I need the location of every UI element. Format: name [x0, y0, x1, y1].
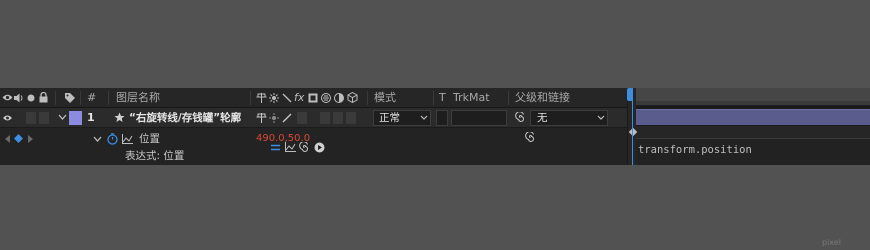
number-column-header: #: [87, 91, 97, 104]
mode-dropdown[interactable]: 正常: [373, 110, 431, 126]
layer-shy-switch-icon[interactable]: [256, 113, 267, 123]
mode-column-header[interactable]: 模式: [374, 88, 396, 108]
expression-row: 表达式: 位置: [0, 142, 627, 165]
preserve-transparency-switch[interactable]: [436, 110, 448, 126]
eye-icon[interactable]: [2, 93, 13, 102]
t-column-header: T: [439, 91, 446, 104]
twirl-open-icon[interactable]: [58, 114, 67, 121]
quality-icon[interactable]: [282, 93, 292, 103]
expression-editor[interactable]: transform.position: [636, 138, 870, 165]
3d-switch[interactable]: [346, 112, 356, 124]
layer-quality-switch-icon[interactable]: [282, 113, 292, 123]
layer-name-column-header[interactable]: 图层名称: [116, 88, 160, 108]
current-time-indicator[interactable]: [632, 88, 633, 165]
expression-enable-icon[interactable]: [270, 142, 281, 153]
keyframe-marker[interactable]: [628, 127, 638, 137]
expression-label: 表达式: 位置: [125, 150, 185, 162]
solo-switch[interactable]: [26, 112, 36, 124]
label-color-swatch[interactable]: [69, 111, 82, 125]
fx-switch[interactable]: [297, 112, 307, 124]
shape-layer-star-icon: [114, 112, 125, 123]
frame-blend-icon[interactable]: [308, 93, 318, 103]
3d-layer-icon[interactable]: [347, 92, 358, 103]
timeline-graph-area[interactable]: transform.position: [627, 88, 870, 165]
next-keyframe-icon[interactable]: [28, 135, 34, 143]
adjustment-switch[interactable]: [333, 112, 343, 124]
mode-value: 正常: [379, 112, 400, 124]
pick-whip-icon[interactable]: [515, 112, 526, 123]
lock-switch[interactable]: [39, 112, 49, 124]
graph-icon[interactable]: [122, 134, 133, 144]
watermark: pixel: [822, 238, 841, 247]
property-twirl-icon[interactable]: [93, 136, 102, 143]
expression-graph-icon[interactable]: [285, 142, 296, 152]
trkmat-column-header[interactable]: TrkMat: [453, 88, 490, 108]
column-header-row: # 图层名称 fx 模式 T TrkMat 父级和链接: [0, 88, 627, 108]
chevron-down-icon: [420, 115, 428, 121]
parent-value: 无: [537, 112, 548, 124]
trkmat-dropdown[interactable]: [451, 110, 507, 126]
shy-icon[interactable]: [256, 93, 267, 103]
stopwatch-icon[interactable]: [107, 133, 118, 145]
parent-column-header[interactable]: 父级和链接: [515, 88, 570, 108]
layer-collapse-switch-icon[interactable]: [269, 113, 279, 123]
add-keyframe-icon[interactable]: [14, 134, 23, 143]
layer-duration-bar[interactable]: [636, 109, 870, 125]
solo-icon[interactable]: [27, 94, 35, 102]
layer-name[interactable]: “右旋转线/存钱罐”轮廓: [129, 108, 241, 128]
label-tag-icon[interactable]: [64, 92, 76, 104]
expression-text[interactable]: transform.position: [638, 144, 752, 156]
property-pick-whip-icon[interactable]: [525, 132, 536, 143]
motion-blur-icon[interactable]: [321, 93, 331, 103]
parent-dropdown[interactable]: 无: [530, 110, 608, 126]
timeline-panel: # 图层名称 fx 模式 T TrkMat 父级和链接 1 “右旋转线/存钱罐”…: [0, 88, 870, 165]
layer-index: 1: [87, 111, 95, 124]
motion-blur-switch[interactable]: [320, 112, 330, 124]
prev-keyframe-icon[interactable]: [5, 135, 11, 143]
expression-language-menu-icon[interactable]: [314, 142, 325, 153]
visibility-eye-icon[interactable]: [2, 114, 13, 122]
lock-icon[interactable]: [39, 92, 48, 103]
fx-icon[interactable]: fx: [294, 88, 304, 108]
audio-icon[interactable]: [14, 93, 24, 103]
collapse-icon[interactable]: [269, 93, 279, 103]
adjustment-icon[interactable]: [334, 93, 344, 103]
expression-pick-whip-icon[interactable]: [299, 142, 310, 153]
layer-row[interactable]: 1 “右旋转线/存钱罐”轮廓 正常 无: [0, 108, 627, 128]
parent-chevron-down-icon: [597, 115, 605, 121]
time-ruler[interactable]: [636, 88, 870, 101]
